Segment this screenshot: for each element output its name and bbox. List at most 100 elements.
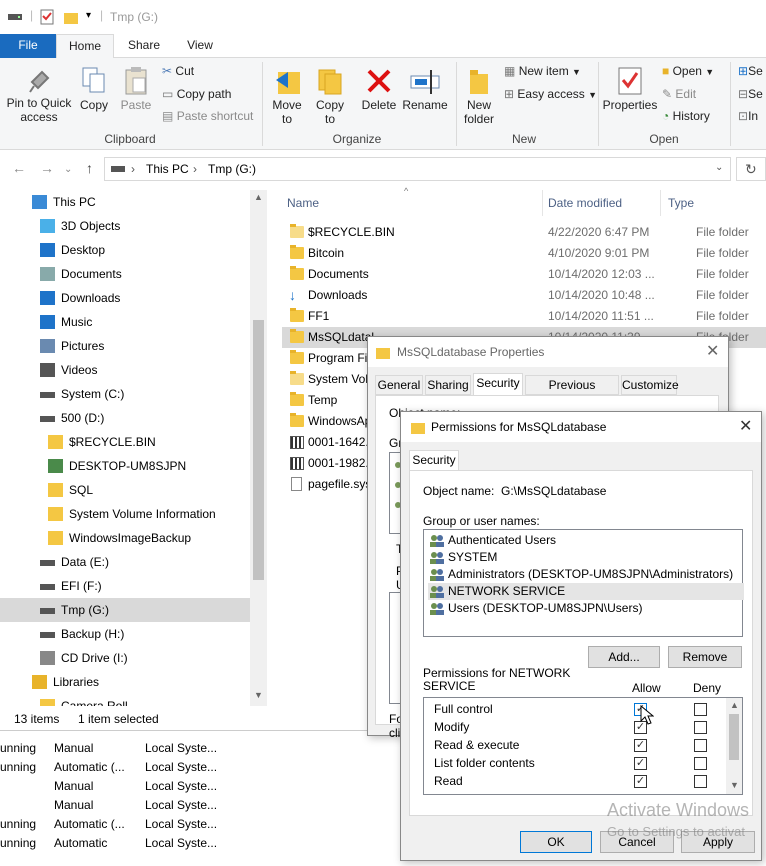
permissions-scroll-thumb[interactable] — [729, 714, 739, 760]
invert-selection-button[interactable]: ⊡In — [738, 109, 758, 123]
tab-sharing[interactable]: Sharing — [425, 375, 471, 395]
rename-button[interactable]: Rename — [402, 66, 448, 112]
forward-arrow-icon[interactable]: → — [40, 160, 54, 176]
file-row[interactable]: $RECYCLE.BIN 4/22/2020 6:47 PM File folder — [282, 222, 766, 243]
remove-button[interactable]: Remove — [668, 646, 742, 668]
new-item-button[interactable]: ▦ New item ▼ — [504, 64, 581, 78]
new-folder-quick-icon[interactable] — [64, 10, 78, 24]
close-icon[interactable]: ✕ — [706, 341, 719, 361]
address-bar[interactable]: › This PC › Tmp (G:) ⌄ — [104, 157, 731, 181]
close-icon[interactable]: ✕ — [739, 416, 752, 436]
properties-button[interactable]: Properties — [602, 66, 658, 112]
allow-checkbox[interactable]: ✓ — [634, 739, 647, 752]
column-divider[interactable] — [660, 190, 661, 216]
scroll-up-icon[interactable]: ▲ — [730, 700, 739, 710]
nav-item[interactable]: System Volume Information — [0, 502, 250, 526]
tab-security[interactable]: Security — [473, 373, 523, 395]
move-to-button[interactable]: Move to — [268, 66, 306, 126]
history-button[interactable]: ◔ History — [662, 109, 710, 123]
breadcrumb-chevron-icon[interactable]: › — [193, 162, 197, 176]
back-arrow-icon[interactable]: ← — [12, 160, 26, 176]
nav-item[interactable]: EFI (F:) — [0, 574, 250, 598]
nav-item[interactable]: This PC — [0, 190, 250, 214]
allow-checkbox[interactable]: ✓ — [634, 757, 647, 770]
file-row[interactable]: Documents 10/14/2020 12:03 ... File folder — [282, 264, 766, 285]
permissions-scrollbar[interactable]: ▲ ▼ — [726, 698, 742, 794]
easy-access-button[interactable]: ⊞ Easy access ▼ — [504, 87, 597, 101]
nav-item[interactable]: Tmp (G:) — [0, 598, 250, 622]
copy-path-button[interactable]: ▭ Copy path — [162, 87, 231, 101]
permissions-listbox[interactable]: ▲ ▼ Full control ✓ Modify ✓ Read & execute ✓ L… — [423, 697, 743, 795]
breadcrumb-this-pc[interactable]: This PC — [146, 162, 189, 176]
scroll-down-icon[interactable]: ▼ — [254, 690, 263, 700]
column-type[interactable]: Type — [668, 196, 694, 218]
recent-locations-chevron-icon[interactable]: ⌄ — [64, 164, 72, 175]
nav-item[interactable]: Downloads — [0, 286, 250, 310]
nav-item[interactable]: Music — [0, 310, 250, 334]
column-date-modified[interactable]: Date modified — [548, 196, 622, 218]
deny-checkbox[interactable] — [694, 703, 707, 716]
user-list-item[interactable]: Users (DESKTOP-UM8SJPN\Users) — [428, 600, 744, 617]
allow-checkbox[interactable]: ✓ — [634, 775, 647, 788]
file-row[interactable]: FF1 10/14/2020 11:51 ... File folder — [282, 306, 766, 327]
edit-button[interactable]: ✎ Edit — [662, 87, 696, 101]
select-none-button[interactable]: ⊟Se — [738, 87, 763, 101]
deny-checkbox[interactable] — [694, 757, 707, 770]
breadcrumb-drive[interactable]: Tmp (G:) — [208, 162, 256, 176]
nav-item[interactable]: SQL — [0, 478, 250, 502]
up-arrow-icon[interactable]: ↑ — [86, 160, 93, 176]
users-listbox[interactable]: Authenticated Users SYSTEM Administrators … — [423, 529, 744, 637]
deny-checkbox[interactable] — [694, 721, 707, 734]
nav-item[interactable]: 500 (D:) — [0, 406, 250, 430]
nav-item[interactable]: Libraries — [0, 670, 250, 694]
nav-scrollbar[interactable]: ▲ ▼ — [250, 190, 267, 706]
deny-checkbox[interactable] — [694, 775, 707, 788]
user-list-item[interactable]: Administrators (DESKTOP-UM8SJPN\Administ… — [428, 566, 744, 583]
copy-button[interactable]: Copy — [76, 66, 112, 112]
select-all-button[interactable]: ⊞Se — [738, 64, 763, 78]
paste-shortcut-button[interactable]: ▤ Paste shortcut — [162, 109, 253, 123]
file-row[interactable]: ↓ Downloads 10/14/2020 10:48 ... File folde… — [282, 285, 766, 306]
column-divider[interactable] — [542, 190, 543, 216]
deny-checkbox[interactable] — [694, 739, 707, 752]
tab-share[interactable]: Share — [116, 34, 172, 58]
nav-item[interactable]: Videos — [0, 358, 250, 382]
nav-scroll-thumb[interactable] — [253, 320, 264, 580]
tab-security[interactable]: Security — [409, 450, 459, 472]
address-dropdown-icon[interactable]: ⌄ — [715, 162, 723, 173]
nav-item[interactable]: Backup (H:) — [0, 622, 250, 646]
delete-button[interactable]: Delete — [360, 66, 398, 112]
pin-to-quick-access-button[interactable]: Pin to Quick access — [4, 66, 74, 124]
cut-button[interactable]: ✂ Cut — [162, 64, 194, 78]
nav-item[interactable]: Pictures — [0, 334, 250, 358]
refresh-button[interactable]: ↻ — [736, 157, 766, 181]
copy-to-button[interactable]: Copy to — [312, 66, 348, 126]
quick-access-dropdown-icon[interactable]: ▾ — [86, 10, 91, 21]
tab-home[interactable]: Home — [56, 34, 114, 58]
scroll-up-icon[interactable]: ▲ — [254, 192, 263, 202]
nav-item[interactable]: $RECYCLE.BIN — [0, 430, 250, 454]
nav-item[interactable]: WindowsImageBackup — [0, 526, 250, 550]
user-list-item[interactable]: SYSTEM — [428, 549, 744, 566]
tab-view[interactable]: View — [172, 34, 228, 58]
nav-item[interactable]: Camera Roll — [0, 694, 250, 706]
scroll-down-icon[interactable]: ▼ — [730, 780, 739, 790]
user-list-item[interactable]: Authenticated Users — [428, 532, 744, 549]
tab-general[interactable]: General — [375, 375, 423, 395]
new-folder-button[interactable]: New folder — [460, 66, 498, 126]
nav-item[interactable]: Desktop — [0, 238, 250, 262]
file-row[interactable]: Bitcoin 4/10/2020 9:01 PM File folder — [282, 243, 766, 264]
nav-item[interactable]: 3D Objects — [0, 214, 250, 238]
nav-item[interactable]: Documents — [0, 262, 250, 286]
nav-item[interactable]: System (C:) — [0, 382, 250, 406]
tab-previous-versions[interactable]: Previous Versions — [525, 375, 619, 410]
ok-button[interactable]: OK — [520, 831, 592, 853]
column-name[interactable]: Name — [287, 196, 319, 218]
tab-file[interactable]: File — [0, 34, 56, 58]
properties-quick-icon[interactable] — [40, 9, 54, 25]
paste-button[interactable]: Paste — [118, 66, 154, 112]
add-button[interactable]: Add... — [588, 646, 660, 668]
nav-item[interactable]: DESKTOP-UM8SJPN — [0, 454, 250, 478]
tab-customize[interactable]: Customize — [621, 375, 679, 395]
user-list-item[interactable]: NETWORK SERVICE — [428, 583, 744, 600]
